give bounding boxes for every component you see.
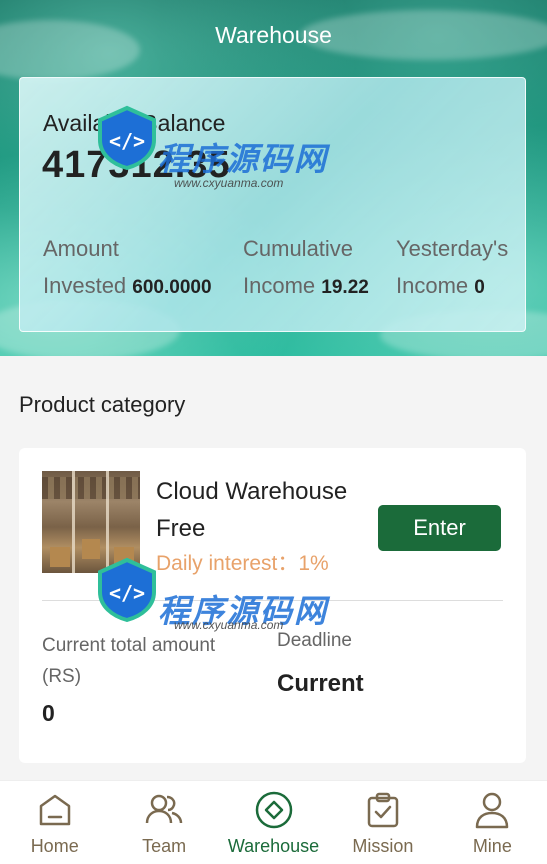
user-icon: [476, 792, 509, 829]
product-name: Cloud Warehouse Free: [156, 478, 348, 542]
stat-value: 19.22: [321, 277, 369, 298]
stat-value: 600.0000: [132, 277, 212, 298]
stat-amount-invested: Amount Invested 600.0000: [43, 230, 212, 306]
product-card: Cloud Warehouse Free Daily interest：1% E…: [19, 448, 526, 763]
mission-icon: [367, 792, 399, 828]
tab-label: Team: [142, 836, 187, 856]
stat-label: Income: [243, 273, 316, 298]
product-section: Product category Cloud Warehouse Free Da…: [0, 356, 547, 780]
tab-label: Mission: [352, 836, 414, 856]
tab-label: Warehouse: [227, 836, 320, 856]
stat-label: Amount: [43, 236, 119, 261]
balance-value: 417312.35: [42, 144, 231, 186]
tab-mission[interactable]: Mission: [328, 781, 437, 864]
tab-label: Mine: [472, 836, 512, 856]
bottom-tabbar: Home Team Warehouse Mission Mine: [0, 780, 547, 864]
warehouse-icon: [255, 791, 292, 829]
home-icon: [39, 794, 70, 826]
hero-background: Warehouse Available Balance 417312.35 Am…: [0, 0, 547, 356]
balance-card: Available Balance 417312.35 Amount Inves…: [19, 77, 526, 332]
tab-home[interactable]: Home: [0, 781, 109, 864]
tab-warehouse[interactable]: Warehouse: [219, 781, 328, 864]
stat-label: Yesterday's: [396, 236, 509, 261]
stat-yesterday-income: Yesterday's Income 0: [396, 230, 508, 306]
enter-button[interactable]: Enter: [378, 505, 501, 551]
tab-label: Home: [30, 836, 79, 856]
page-title: Warehouse: [215, 22, 332, 48]
divider: [42, 600, 503, 601]
stat-label: Cumulative: [243, 236, 354, 261]
warehouse-image: [42, 471, 140, 573]
tab-team[interactable]: Team: [109, 781, 218, 864]
balance-label: Available Balance: [43, 110, 226, 136]
team-icon: [145, 794, 183, 824]
tab-mine[interactable]: Mine: [438, 781, 547, 864]
stat-value: 0: [474, 277, 485, 298]
amount-label: Current total amount (RS): [42, 635, 216, 687]
stat-label: Income: [396, 273, 469, 298]
deadline-label: Deadline: [277, 630, 352, 651]
deadline-value: Current: [277, 670, 364, 697]
stat-cumulative-income: Cumulative Income 19.22: [243, 230, 369, 306]
section-title: Product category: [19, 392, 186, 417]
stat-label: Invested: [43, 273, 127, 298]
amount-value: 0: [42, 700, 55, 726]
product-interest: Daily interest：1%: [156, 552, 329, 575]
